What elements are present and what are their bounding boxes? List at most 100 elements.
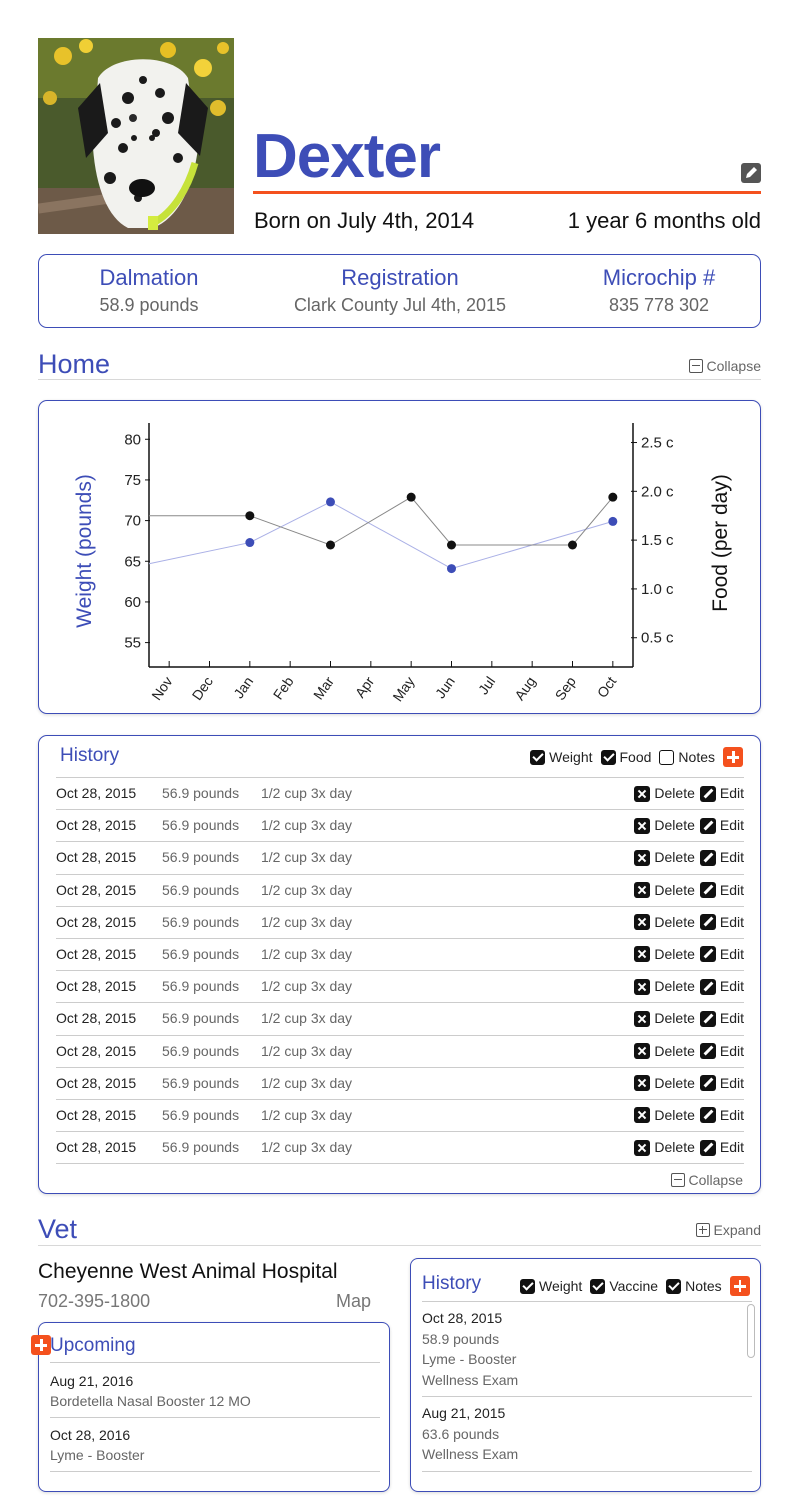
history-row-food: 1/2 cup 3x day: [261, 978, 353, 995]
delete-button[interactable]: Delete: [634, 907, 695, 938]
edit-icon: [699, 1043, 716, 1059]
history-row-weight: 56.9 pounds: [162, 1010, 240, 1027]
y-right-axis-title: Food (per day): [709, 474, 732, 612]
x-tick-label: May: [389, 674, 417, 705]
delete-icon: [634, 817, 651, 834]
vet-history-item-date: Oct 28, 2015: [422, 1310, 503, 1326]
history-row: Oct 28, 2015 56.9 pounds 1/2 cup 3x day Del…: [56, 1002, 744, 1034]
vet-history-item-date: Aug 21, 2015: [422, 1405, 506, 1421]
history-row-weight: 56.9 pounds: [162, 913, 240, 930]
delete-label: Delete: [654, 1010, 695, 1027]
history-card: History Weight Food Notes Oct 28, 2015 56…: [38, 735, 761, 1194]
edit-icon: [699, 914, 716, 931]
upcoming-item[interactable]: Oct 28, 2016 Lyme - Booster: [50, 1425, 380, 1472]
filter-weight-checkbox[interactable]: Weight: [530, 748, 593, 766]
x-tick-label: Dec: [189, 674, 216, 704]
y-right-tick-label: 2.0 c: [641, 483, 674, 500]
delete-button[interactable]: Delete: [634, 1068, 695, 1099]
x-tick-label: Apr: [352, 673, 378, 700]
edit-icon: [699, 978, 716, 995]
delete-icon: [634, 1075, 651, 1092]
history-row-actions: Delete Edit: [634, 842, 744, 873]
edit-button[interactable]: Edit: [699, 1003, 744, 1034]
filter-notes-checkbox[interactable]: Notes: [659, 748, 715, 766]
vet-history-item[interactable]: Aug 21, 2015 63.6 pounds Wellness Exam: [422, 1403, 752, 1472]
delete-button[interactable]: Delete: [634, 971, 695, 1002]
history-row-date: Oct 28, 2015: [56, 785, 137, 801]
item-divider: [50, 1471, 380, 1472]
y-left-tick-label: 55: [124, 635, 141, 652]
add-vet-history-button[interactable]: [729, 1276, 750, 1296]
edit-pet-button[interactable]: [741, 163, 761, 183]
edit-button[interactable]: Edit: [699, 875, 744, 906]
filter-food-checkbox[interactable]: Food: [600, 748, 651, 766]
delete-label: Delete: [654, 1074, 695, 1091]
x-tick-label: Nov: [148, 674, 175, 704]
edit-button[interactable]: Edit: [699, 939, 744, 970]
upcoming-item-date: Aug 21, 2016: [50, 1373, 134, 1389]
filter-vaccine-checkbox[interactable]: Vaccine: [590, 1277, 658, 1295]
delete-button[interactable]: Delete: [634, 778, 695, 809]
delete-button[interactable]: Delete: [634, 1003, 695, 1034]
checkbox-checked-icon: [520, 1278, 535, 1294]
history-row-date: Oct 28, 2015: [56, 1042, 137, 1059]
edit-button[interactable]: Edit: [699, 907, 744, 938]
vet-map-link[interactable]: Map: [336, 1289, 371, 1313]
history-row-date: Oct 28, 2015: [56, 913, 137, 930]
y-left-tick-label: 75: [124, 472, 141, 489]
delete-button[interactable]: Delete: [634, 1100, 695, 1131]
edit-label: Edit: [719, 913, 744, 930]
delete-button[interactable]: Delete: [634, 1036, 695, 1067]
history-row-food: 1/2 cup 3x day: [261, 849, 353, 866]
item-divider: [50, 1417, 380, 1418]
filter-weight-checkbox[interactable]: Weight: [520, 1277, 582, 1295]
checkbox-unchecked-icon: [659, 749, 675, 765]
vet-history-item-detail: Lyme - Booster: [422, 1351, 517, 1367]
history-collapse-label: Collapse: [688, 1172, 743, 1188]
weight-data-point: [326, 497, 335, 507]
delete-button[interactable]: Delete: [634, 1132, 695, 1163]
vet-history-item[interactable]: Oct 28, 2015 58.9 pounds Lyme - Booster Wel…: [422, 1308, 752, 1397]
vet-expand-button[interactable]: Expand: [695, 1221, 761, 1239]
edit-button[interactable]: Edit: [699, 1068, 744, 1099]
y-left-tick-label: 70: [124, 513, 141, 530]
edit-button[interactable]: Edit: [699, 1132, 744, 1163]
delete-button[interactable]: Delete: [634, 810, 695, 841]
x-tick-label: Jan: [230, 674, 256, 702]
history-row-actions: Delete Edit: [634, 810, 744, 841]
delete-button[interactable]: Delete: [634, 939, 695, 970]
history-row: Oct 28, 2015 56.9 pounds 1/2 cup 3x day Del…: [56, 1131, 744, 1163]
y-left-tick-label: 60: [124, 594, 141, 611]
edit-button[interactable]: Edit: [699, 810, 744, 841]
filter-notes-checkbox[interactable]: Notes: [666, 1277, 722, 1295]
edit-button[interactable]: Edit: [699, 778, 744, 809]
vet-expand-label: Expand: [713, 1222, 761, 1238]
delete-button[interactable]: Delete: [634, 842, 695, 873]
history-row-date: Oct 28, 2015: [56, 817, 137, 834]
delete-button[interactable]: Delete: [634, 875, 695, 906]
history-row-weight: 56.9 pounds: [162, 1074, 240, 1091]
history-row: Oct 28, 2015 56.9 pounds 1/2 cup 3x day Del…: [56, 937, 744, 970]
edit-button[interactable]: Edit: [699, 1100, 744, 1131]
edit-button[interactable]: Edit: [699, 842, 744, 873]
history-title: History: [60, 745, 120, 766]
x-tick-label: Jul: [475, 674, 498, 698]
food-series-line: [149, 496, 614, 546]
add-upcoming-button[interactable]: [31, 1335, 51, 1355]
weight-data-point: [447, 564, 456, 574]
delete-label: Delete: [654, 881, 695, 898]
history-collapse-button[interactable]: Collapse: [670, 1171, 743, 1189]
vet-phone[interactable]: 702-395-1800: [38, 1289, 150, 1313]
item-divider: [422, 1396, 752, 1397]
edit-button[interactable]: Edit: [699, 1036, 744, 1067]
add-history-button[interactable]: [723, 747, 743, 767]
x-tick-label: Jun: [432, 674, 458, 702]
y-left-tick-label: 65: [124, 553, 141, 570]
history-row-weight: 56.9 pounds: [162, 945, 240, 962]
y-left-tick-label: 80: [124, 431, 141, 448]
upcoming-item[interactable]: Aug 21, 2016 Bordetella Nasal Booster 12 …: [50, 1371, 380, 1418]
upcoming-item-detail: Lyme - Booster: [50, 1447, 145, 1463]
home-collapse-button[interactable]: Collapse: [688, 357, 761, 375]
history-row-actions: Delete Edit: [634, 1100, 744, 1131]
edit-button[interactable]: Edit: [699, 971, 744, 1002]
